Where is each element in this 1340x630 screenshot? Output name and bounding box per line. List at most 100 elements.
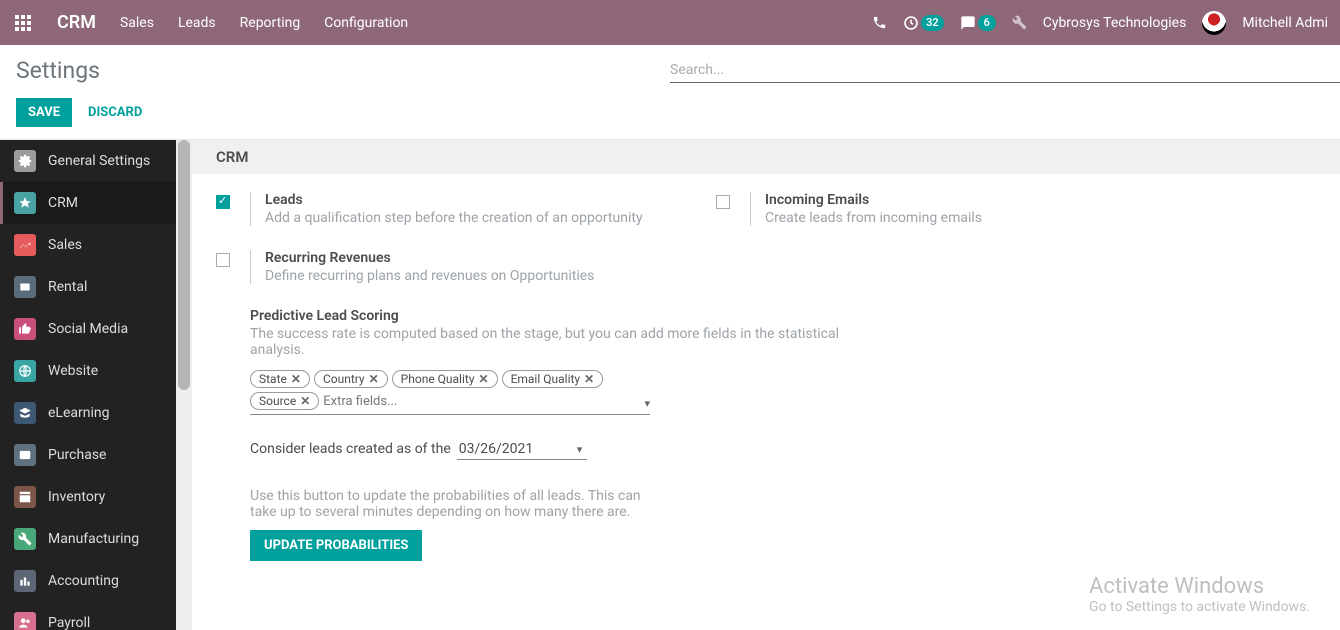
sidebar-item-rental[interactable]: Rental [0, 266, 176, 308]
nav-reporting[interactable]: Reporting [240, 15, 301, 31]
date-label: Consider leads created as of the [250, 441, 451, 457]
sidebar-item-purchase[interactable]: Purchase [0, 434, 176, 476]
setting-title: Incoming Emails [765, 192, 1176, 208]
save-button[interactable]: SAVE [16, 98, 72, 127]
gear-icon [14, 150, 36, 172]
setting-title: Recurring Revenues [265, 250, 676, 266]
tag-country[interactable]: Country✕ [314, 370, 388, 388]
messages-badge: 6 [978, 15, 996, 31]
bars-icon [14, 570, 36, 592]
topbar: CRM Sales Leads Reporting Configuration … [0, 0, 1340, 45]
chart-icon [14, 234, 36, 256]
section-header-crm: CRM [192, 140, 1340, 174]
tag-email-quality[interactable]: Email Quality✕ [502, 370, 604, 388]
setting-leads: Leads Add a qualification step before th… [216, 192, 676, 226]
sidebar-item-label: Purchase [48, 447, 106, 463]
predictive-lead-scoring: Predictive Lead Scoring The success rate… [192, 308, 912, 561]
watermark-title: Activate Windows [1089, 574, 1310, 599]
box-icon [14, 486, 36, 508]
debug-icon[interactable] [1012, 15, 1027, 30]
settings-content: CRM Leads Add a qualification step befor… [192, 140, 1340, 630]
update-probabilities-button[interactable]: UPDATE PROBABILITIES [250, 530, 422, 561]
wrench-icon [14, 528, 36, 550]
messages-icon[interactable]: 6 [960, 15, 996, 31]
thumbs-up-icon [14, 318, 36, 340]
sidebar-item-label: Manufacturing [48, 531, 139, 547]
graduation-icon [14, 402, 36, 424]
sidebar-item-manufacturing[interactable]: Manufacturing [0, 518, 176, 560]
search-wrap [670, 58, 1340, 83]
sidebar-item-label: Inventory [48, 489, 105, 505]
setting-desc: Define recurring plans and revenues on O… [265, 268, 676, 284]
date-input[interactable]: 03/26/2021 [457, 439, 587, 460]
people-icon [14, 612, 36, 630]
sidebar-item-label: Accounting [48, 573, 119, 589]
main-area: General Settings CRM Sales Rental Social… [0, 140, 1340, 630]
checkbox-recurring[interactable] [216, 253, 230, 267]
settings-sidebar: General Settings CRM Sales Rental Social… [0, 140, 176, 630]
watermark-sub: Go to Settings to activate Windows. [1089, 599, 1310, 615]
setting-title: Leads [265, 192, 676, 208]
setting-desc: Create leads from incoming emails [765, 210, 1176, 226]
tag-phone-quality[interactable]: Phone Quality✕ [392, 370, 498, 388]
cart-icon [14, 444, 36, 466]
pls-note: Use this button to update the probabilit… [250, 488, 670, 520]
tag-state[interactable]: State✕ [250, 370, 310, 388]
tag-remove-icon[interactable]: ✕ [369, 372, 379, 386]
top-nav: Sales Leads Reporting Configuration [120, 15, 872, 31]
avatar[interactable] [1202, 11, 1226, 35]
control-panel: Settings SAVE DISCARD [0, 45, 1340, 140]
discard-button[interactable]: DISCARD [88, 105, 142, 120]
activities-icon[interactable]: 32 [903, 15, 944, 31]
sidebar-item-label: Sales [48, 237, 82, 253]
sidebar-item-elearning[interactable]: eLearning [0, 392, 176, 434]
nav-sales[interactable]: Sales [120, 15, 154, 31]
sidebar-item-payroll[interactable]: Payroll [0, 602, 176, 630]
tag-remove-icon[interactable]: ✕ [291, 372, 301, 386]
pls-title: Predictive Lead Scoring [250, 308, 888, 324]
pls-tags-input[interactable]: State✕ Country✕ Phone Quality✕ Email Qua… [250, 366, 650, 415]
tag-remove-icon[interactable]: ✕ [300, 394, 310, 408]
sidebar-item-label: CRM [48, 195, 78, 211]
activities-badge: 32 [921, 15, 944, 31]
sidebar-item-website[interactable]: Website [0, 350, 176, 392]
apps-icon[interactable] [0, 15, 45, 31]
username[interactable]: Mitchell Admi [1242, 15, 1328, 31]
extra-fields-input[interactable] [323, 394, 650, 409]
company-name[interactable]: Cybrosys Technologies [1043, 15, 1187, 31]
sidebar-item-label: General Settings [48, 153, 150, 169]
checkbox-leads[interactable] [216, 195, 230, 209]
sidebar-item-general-settings[interactable]: General Settings [0, 140, 176, 182]
page-title: Settings [0, 57, 670, 84]
sidebar-item-sales[interactable]: Sales [0, 224, 176, 266]
sidebar-item-inventory[interactable]: Inventory [0, 476, 176, 518]
tag-remove-icon[interactable]: ✕ [479, 372, 489, 386]
checkbox-incoming[interactable] [716, 195, 730, 209]
nav-leads[interactable]: Leads [178, 15, 216, 31]
sidebar-item-label: Social Media [48, 321, 128, 337]
sidebar-item-social-media[interactable]: Social Media [0, 308, 176, 350]
search-input[interactable] [670, 58, 1340, 82]
windows-watermark: Activate Windows Go to Settings to activ… [1089, 574, 1310, 615]
handshake-icon [14, 192, 36, 214]
globe-icon [14, 360, 36, 382]
scrollbar[interactable] [176, 140, 192, 630]
sidebar-item-label: Payroll [48, 615, 90, 630]
topbar-right: 32 6 Cybrosys Technologies Mitchell Admi [872, 11, 1340, 35]
pls-desc: The success rate is computed based on th… [250, 326, 888, 358]
tag-source[interactable]: Source✕ [250, 392, 319, 410]
phone-icon[interactable] [872, 15, 887, 30]
sidebar-item-crm[interactable]: CRM [0, 182, 176, 224]
app-brand[interactable]: CRM [57, 12, 96, 33]
action-buttons: SAVE DISCARD [0, 84, 1340, 139]
chevron-down-icon[interactable]: ▾ [644, 397, 650, 410]
setting-incoming-emails: Incoming Emails Create leads from incomi… [716, 192, 1176, 226]
key-icon [14, 276, 36, 298]
sidebar-item-accounting[interactable]: Accounting [0, 560, 176, 602]
nav-configuration[interactable]: Configuration [324, 15, 408, 31]
setting-desc: Add a qualification step before the crea… [265, 210, 676, 226]
tag-remove-icon[interactable]: ✕ [584, 372, 594, 386]
sidebar-item-label: eLearning [48, 405, 109, 421]
scrollbar-thumb[interactable] [178, 140, 190, 390]
sidebar-item-label: Website [48, 363, 98, 379]
